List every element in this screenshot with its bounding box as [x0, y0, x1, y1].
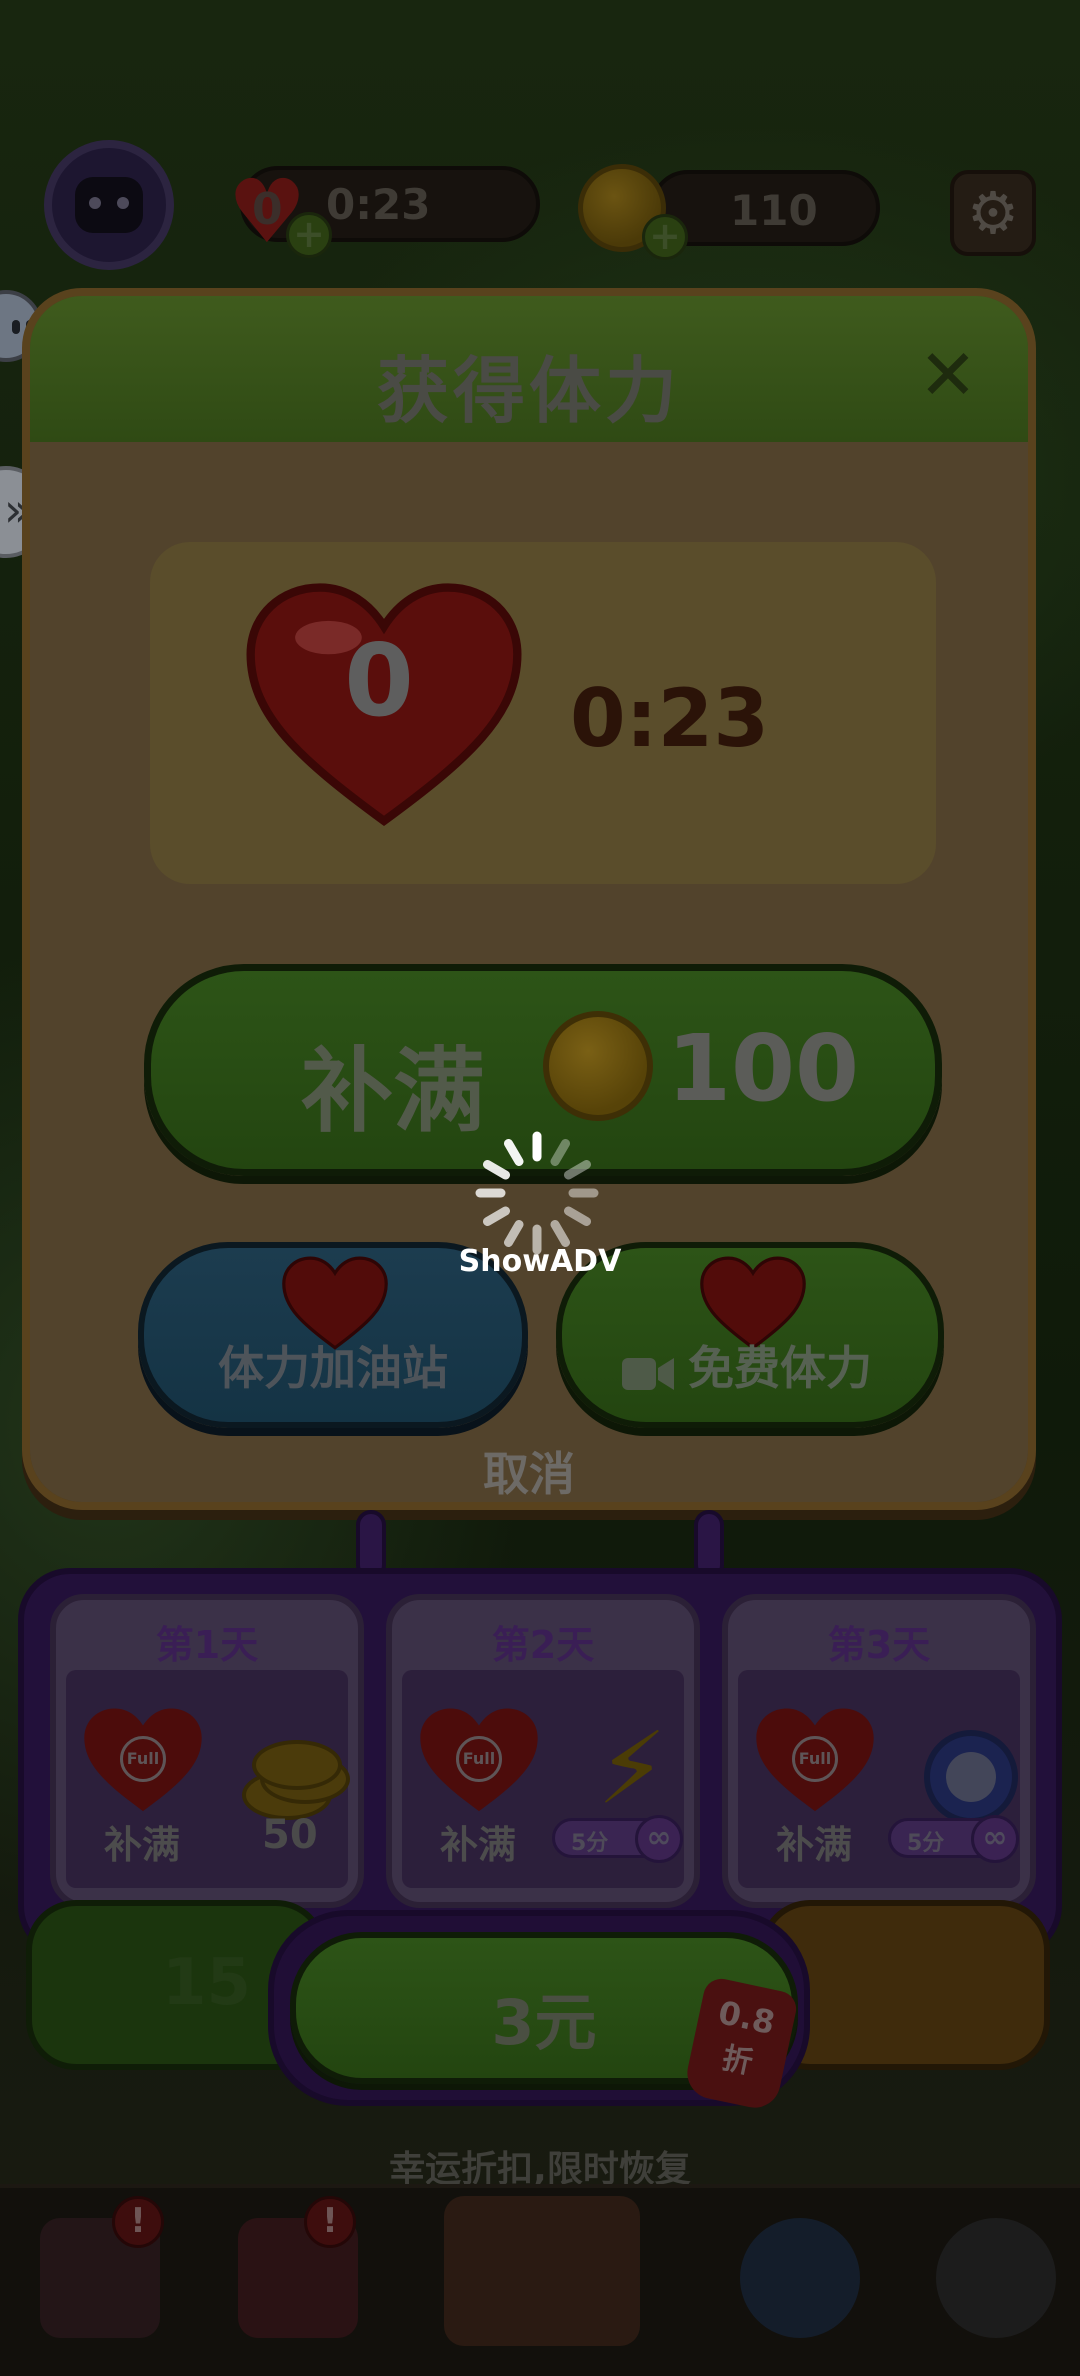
infinity-icon: ∞	[635, 1815, 683, 1863]
infinity-icon: ∞	[971, 1815, 1019, 1863]
lives-count: 0	[252, 184, 283, 235]
refill-timer: 0:23	[570, 672, 769, 765]
cancel-button[interactable]: 取消	[30, 1438, 1028, 1502]
lives-count-large: 0	[344, 622, 414, 739]
day-card: 第1天 Full 补满 50	[50, 1594, 364, 1908]
full-badge: Full	[456, 1736, 502, 1782]
refill-price: 100	[667, 1015, 860, 1122]
stamina-card: 0 0:23	[150, 542, 936, 884]
full-badge: Full	[120, 1736, 166, 1782]
unlimited-duration: 5分	[571, 1831, 609, 1856]
add-coins-button[interactable]: +	[642, 214, 688, 260]
day-card: 第2天 Full 补满 ⚡ 5分 ∞	[386, 1594, 700, 1908]
nav-team-icon[interactable]	[740, 2218, 860, 2338]
day-fill-label: 补满	[776, 1823, 853, 1867]
add-lives-button[interactable]: +	[286, 212, 332, 258]
day-reward-area: Full 补满 5分 ∞	[738, 1670, 1020, 1888]
full-badge: Full	[792, 1736, 838, 1782]
robot-face-icon	[75, 177, 143, 233]
player-avatar[interactable]	[44, 140, 174, 270]
nav-home-icon[interactable]	[444, 2196, 640, 2346]
top-bar: 0:23 ♥ 0 + 110 + ⚙	[0, 130, 1080, 362]
coin-reward-amount: 50	[262, 1812, 318, 1858]
nav-profile-icon[interactable]	[936, 2218, 1056, 2338]
refill-label: 补满	[301, 1038, 486, 1145]
close-icon[interactable]: ✕	[912, 340, 984, 412]
day-reward-area: Full 补满 ⚡ 5分 ∞	[402, 1670, 684, 1888]
day-title: 第3天	[827, 1623, 931, 1667]
lives-timer: 0:23	[326, 180, 431, 229]
cancel-underline	[472, 1504, 628, 1508]
bottom-nav: ! !	[0, 2184, 1080, 2376]
dialog-title: 获得体力	[376, 349, 681, 433]
get-stamina-dialog: 获得体力 ✕ 0 0:23 补满 100 体力加油站 免费体力 取消	[22, 288, 1036, 1510]
day-card: 第3天 Full 补满 5分 ∞	[722, 1594, 1036, 1908]
notification-badge: !	[112, 2196, 164, 2248]
stamina-station-label: 体力加油站	[218, 1341, 448, 1395]
coins-count: 110	[730, 186, 818, 235]
alarm-clock-icon	[924, 1730, 1018, 1824]
lightning-bolt-icon: ⚡	[596, 1710, 668, 1827]
loading-text: ShowADV	[458, 1244, 622, 1279]
unlimited-time-pill: 5分 ∞	[552, 1815, 683, 1863]
notification-badge: !	[304, 2196, 356, 2248]
free-stamina-label: 免费体力	[688, 1341, 872, 1395]
day-title: 第1天	[155, 1623, 259, 1667]
settings-gear-icon[interactable]: ⚙	[950, 170, 1036, 256]
unlimited-time-pill: 5分 ∞	[888, 1815, 1019, 1863]
coin-icon	[543, 1011, 653, 1121]
day-reward-area: Full 补满 50	[66, 1670, 350, 1888]
unlimited-duration: 5分	[907, 1831, 945, 1856]
day-fill-label: 补满	[440, 1823, 517, 1867]
day-title: 第2天	[491, 1623, 595, 1667]
day-fill-label: 补满	[104, 1823, 181, 1867]
